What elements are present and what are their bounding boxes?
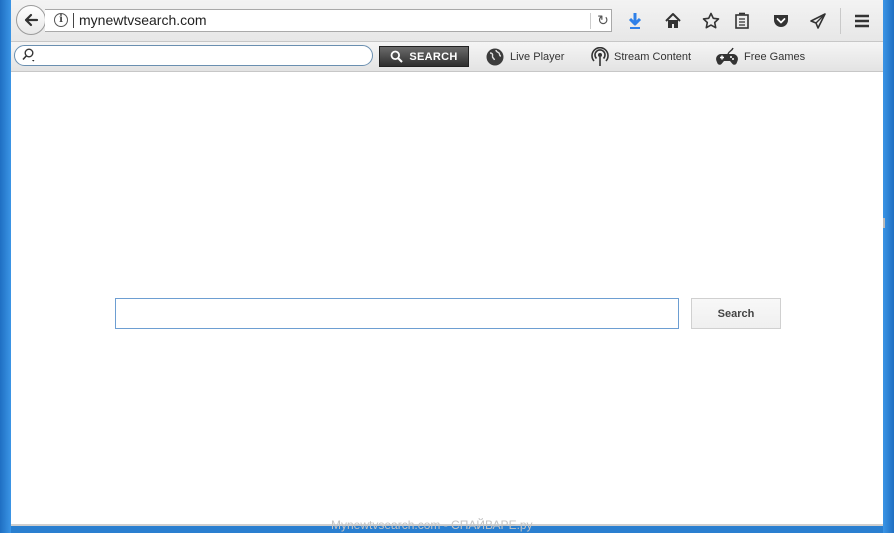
- reload-icon[interactable]: ↻: [594, 10, 612, 31]
- free-games-label: Free Games: [744, 51, 806, 63]
- window-frame-right: [883, 0, 894, 533]
- url-cursor: [73, 13, 74, 28]
- home-icon[interactable]: [662, 10, 684, 32]
- stream-content-link[interactable]: Stream Content: [591, 46, 691, 68]
- back-button[interactable]: [16, 5, 46, 35]
- download-icon[interactable]: [624, 10, 646, 32]
- search-toolbar: SEARCH Live Player Stream Content Free G…: [11, 42, 883, 72]
- toolbar-search-button[interactable]: SEARCH: [379, 46, 469, 67]
- back-arrow-icon: [24, 13, 39, 27]
- search-engine-dropdown-icon[interactable]: [21, 48, 37, 63]
- window-frame-left: [0, 0, 11, 533]
- resize-marker: [883, 218, 885, 228]
- navigation-toolbar: i mynewtvsearch.com ↻: [11, 0, 883, 42]
- live-player-link[interactable]: Live Player: [485, 46, 564, 68]
- live-player-label: Live Player: [510, 51, 565, 63]
- address-bar[interactable]: i mynewtvsearch.com ↻: [45, 9, 612, 32]
- info-icon[interactable]: i: [54, 13, 68, 27]
- url-text[interactable]: mynewtvsearch.com: [79, 12, 207, 28]
- reading-list-icon[interactable]: [731, 10, 753, 32]
- globe-icon: [486, 48, 504, 66]
- watermark-text: Mynewtvsearch.com - СПАЙВАРЕ.ру: [331, 518, 533, 532]
- pocket-icon[interactable]: [770, 10, 792, 32]
- toolbar-search-label: SEARCH: [409, 50, 458, 63]
- main-search-input[interactable]: [115, 298, 679, 329]
- toolbar-separator: [840, 8, 841, 34]
- bookmark-star-icon[interactable]: [700, 10, 722, 32]
- gamepad-icon: [716, 47, 738, 65]
- stream-content-label: Stream Content: [614, 51, 692, 63]
- menu-icon[interactable]: [851, 10, 873, 32]
- search-icon: [390, 50, 404, 63]
- broadcast-icon: [591, 47, 609, 66]
- reload-separator: [590, 13, 591, 29]
- toolbar-search-input[interactable]: [14, 45, 373, 66]
- free-games-link[interactable]: Free Games: [715, 46, 805, 68]
- main-search-button[interactable]: Search: [691, 298, 781, 329]
- browser-window: i mynewtvsearch.com ↻ SEARCH Live Player…: [11, 0, 885, 532]
- send-icon[interactable]: [807, 10, 829, 32]
